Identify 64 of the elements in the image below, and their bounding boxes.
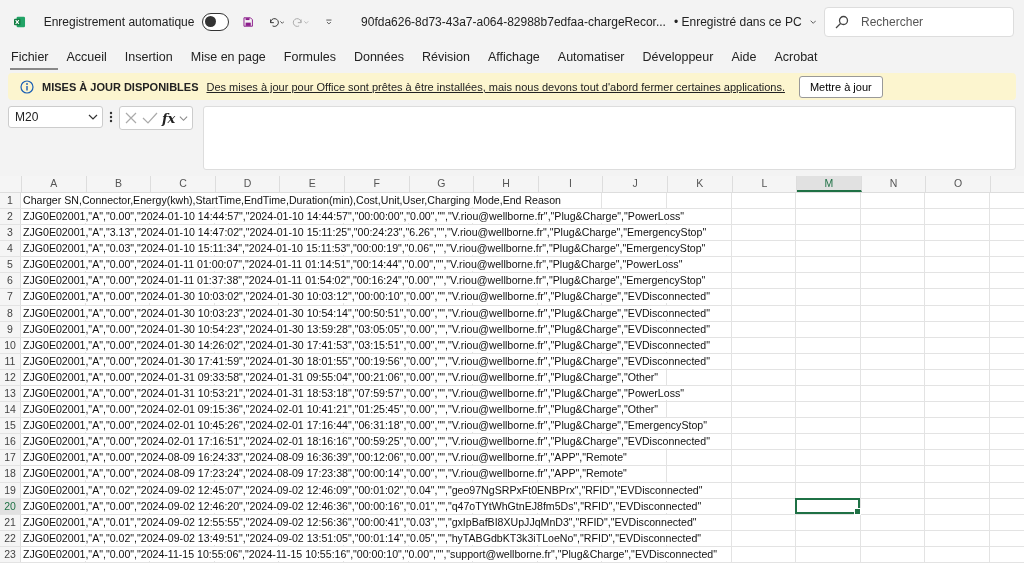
update-title: MISES À JOUR DISPONIBLES [42,80,199,93]
menu-tab[interactable]: Aide [730,46,766,71]
row-header[interactable]: 17 [0,450,21,466]
search-icon [835,14,850,29]
selected-cell[interactable] [795,497,860,514]
menu-tab[interactable]: Fichier [10,46,58,71]
column-header[interactable]: J [603,175,668,192]
row-header[interactable]: 6 [0,273,21,289]
column-header[interactable]: G [409,175,475,192]
column-header[interactable]: O [926,175,991,192]
insert-function-button[interactable]: fx [162,110,176,126]
menu-tab[interactable]: Automatiser [556,46,634,71]
menu-tab[interactable]: Formules [282,46,345,71]
row-header[interactable]: 7 [0,289,21,305]
update-message-link[interactable]: Des mises à jour pour Office sont prêtes à être installées, mais nous devons tout d'abord fermer certaines applications. [206,80,785,93]
cell-text: ZJG0E02001,"A","0.00","2024-08-09 17:23:24","2024-08-09 17:23:38","00:00:14","0.00","","V.riou@wellborne.fr","APP","Remote" [23,466,629,481]
menu-tab[interactable]: Affichage [486,46,549,71]
row-header[interactable]: 16 [0,434,21,450]
check-icon[interactable] [142,111,158,126]
cell-text: ZJG0E02001,"A","0.00","2024-08-09 16:24:33","2024-08-09 16:36:39","00:12:06","0.00","","V.riou@wellborne.fr","APP","Remote" [23,450,629,465]
row-header[interactable]: 18 [0,466,21,482]
menu-tab[interactable]: Acrobat [773,46,827,71]
menu-tab[interactable]: Accueil [65,46,116,71]
menu-tab[interactable]: Révision [420,46,479,71]
chevron-down-icon[interactable] [179,113,189,123]
cell-text: ZJG0E02001,"A","0.00","2024-01-30 10:03:02","2024-01-30 10:03:12","00:00:10","0.00","","V.riou@wellborne.fr","Plug&Charge","EVDisconnected" [23,289,712,304]
cell-text: ZJG0E02001,"A","0.00","2024-01-11 01:37:38","2024-01-11 01:54:02","00:16:24","0.00","","V.riou@wellborne.fr","Plug&Charge","EmergencyStop" [23,273,708,288]
column-header[interactable]: D [215,175,281,192]
menu-tab[interactable]: Insertion [123,46,182,71]
column-header[interactable]: N [861,175,927,192]
column-header[interactable]: I [538,175,604,192]
menu-tab[interactable]: Mise en page [189,46,275,71]
column-header[interactable]: F [344,175,410,192]
row-header[interactable]: 15 [0,418,21,434]
autosave-label: Enregistrement automatique [43,14,195,29]
cell-text: ZJG0E02001,"A","0.03","2024-01-10 15:11:34","2024-01-10 15:11:53","00:00:19","0.06","","V.riou@wellborne.fr","Plug&Charge","EmergencyStop" [23,241,708,256]
update-button[interactable]: Mettre à jour [798,75,883,98]
menu-tab[interactable]: Données [352,46,413,71]
column-header[interactable]: B [86,175,152,192]
file-name: 90fda626-8d73-43a7-a064-82988b7edfaa-chargeRecor... [361,14,666,29]
info-icon [20,79,34,94]
cancel-icon[interactable] [124,111,138,126]
cell-text: ZJG0E02001,"A","0.00","2024-02-01 17:16:51","2024-02-01 18:16:16","00:59:25","0.00","","V.riou@wellborne.fr","Plug&Charge","EVDisconnected" [23,434,712,449]
column-header[interactable]: K [667,175,733,192]
column-header[interactable]: H [474,175,539,192]
column-header[interactable]: C [151,175,216,192]
name-box[interactable]: M20 [8,106,103,129]
row-header[interactable]: 14 [0,402,21,418]
autosave-toggle[interactable] [202,12,230,31]
column-header[interactable]: M [797,175,862,192]
cell-text: ZJG0E02001,"A","3.13","2024-01-10 14:47:02","2024-01-10 15:11:25","00:24:23","6.26","","V.riou@wellborne.fr","Plug&Charge","EmergencyStop" [23,225,709,240]
column-header[interactable]: E [280,175,345,192]
search-field[interactable]: Rechercher [824,6,1015,37]
row-header[interactable]: 5 [0,257,21,273]
save-status[interactable]: • Enregistré dans ce PC [673,14,802,29]
cell-text: ZJG0E02001,"A","0.00","2024-01-11 01:00:07","2024-01-11 01:14:51","00:14:44","0.00","","V.riou@wellborne.fr","Plug&Charge","PowerLoss" [23,257,685,272]
cell-text: ZJG0E02001,"A","0.00","2024-02-01 10:45:26","2024-02-01 17:16:44","06:31:18","0.00","","V.riou@wellborne.fr","Plug&Charge","EmergencyStop" [23,418,709,433]
cell-text: ZJG0E02001,"A","0.00","2024-02-01 09:15:36","2024-02-01 10:41:21","01:25:45","0.00","","V.riou@wellborne.fr","Plug&Charge","Other" [23,402,661,417]
menu-tab[interactable]: Développeur [641,46,723,71]
row-header[interactable]: 4 [0,241,21,257]
column-header[interactable]: A [22,175,87,192]
row-header[interactable]: 3 [0,225,21,241]
formula-input[interactable] [203,106,1016,171]
more-options-icon[interactable] [109,111,113,124]
